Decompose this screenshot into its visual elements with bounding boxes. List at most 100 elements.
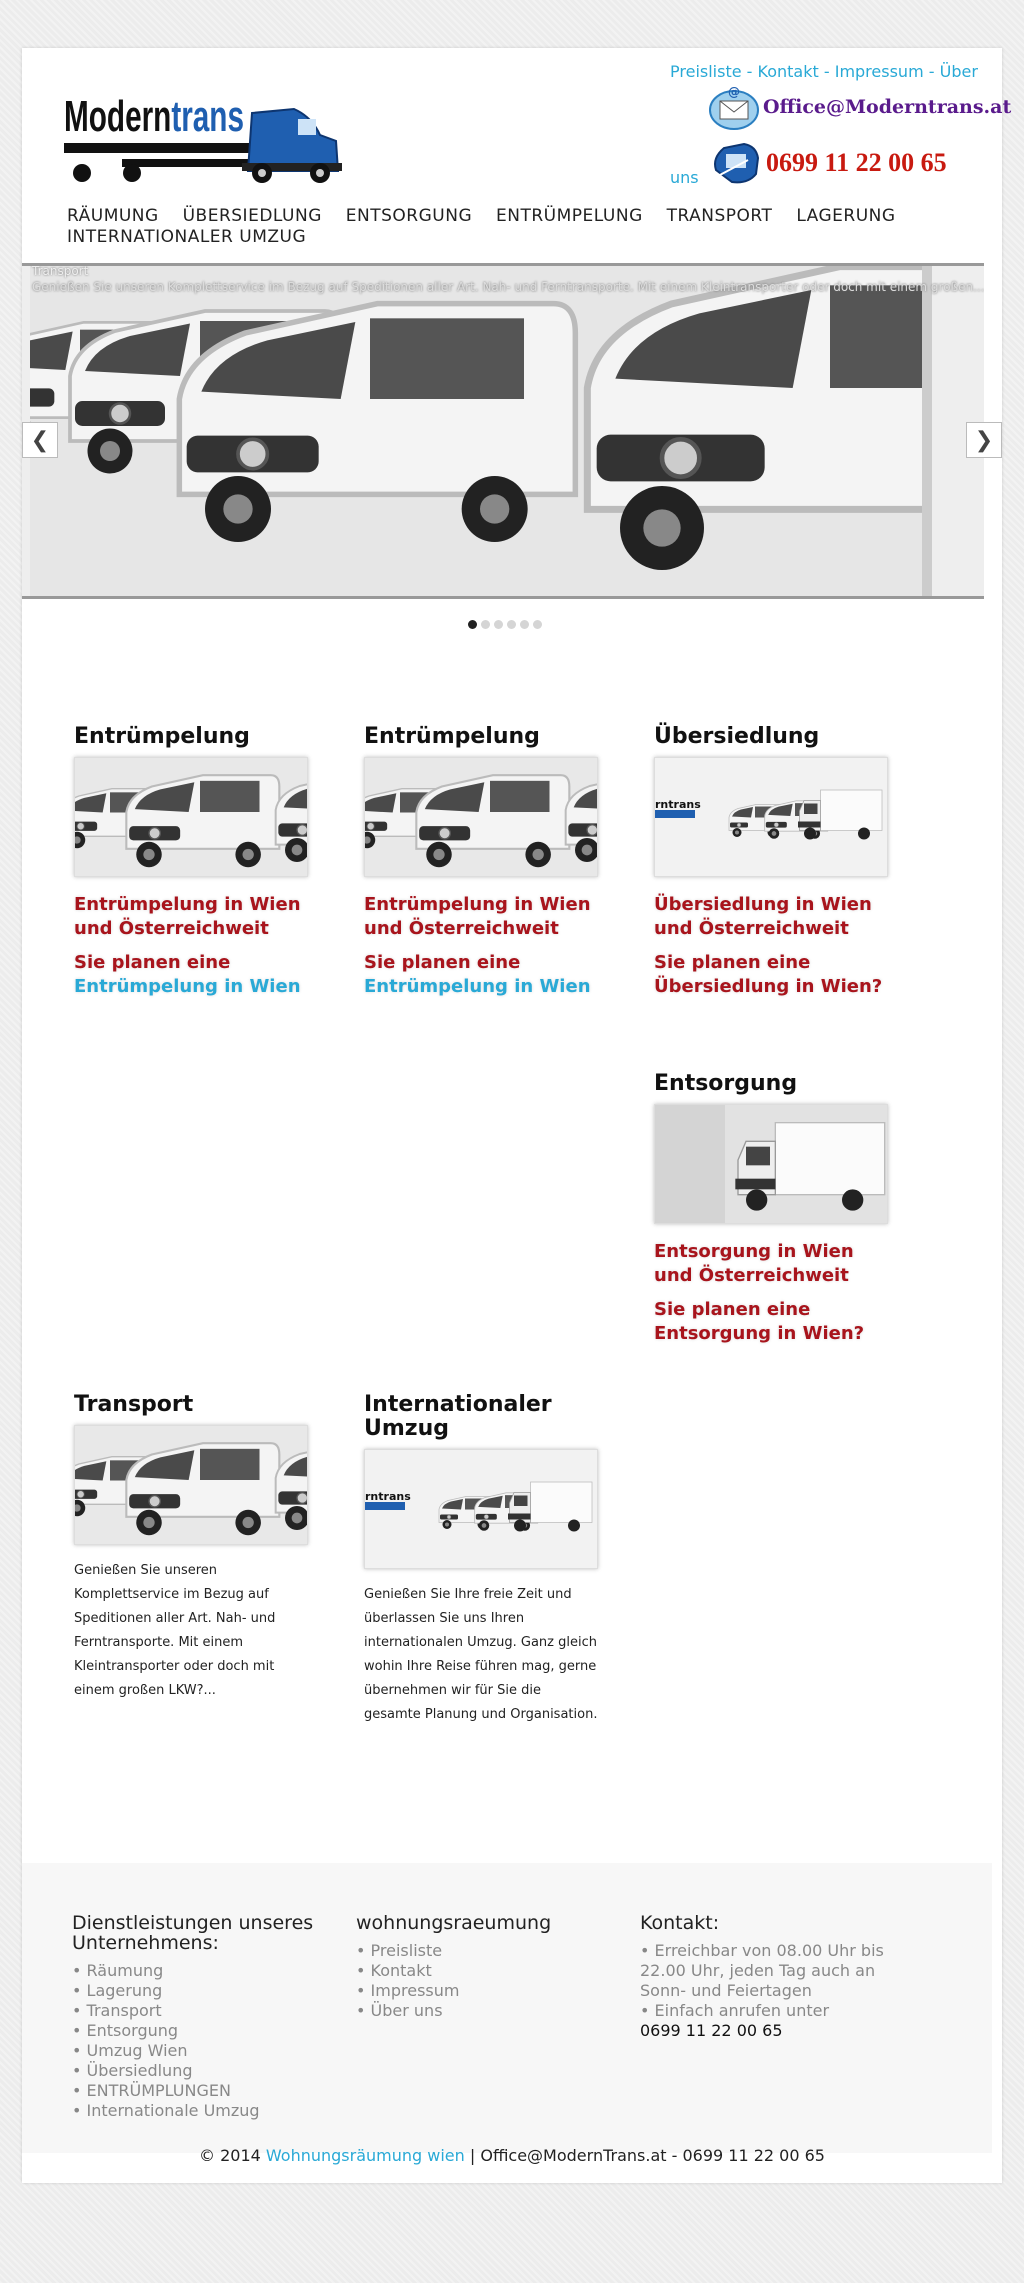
card-description: Genießen Sie Ihre freie Zeit und überlas… (364, 1587, 598, 1722)
footer-link-ueber-uns[interactable]: Über uns (356, 2001, 616, 2021)
card-heading[interactable]: Übersiedlung in Wien und Österreichweit (654, 893, 894, 941)
footer-contact-call: Einfach anrufen unter (640, 2001, 890, 2021)
footer-link-internationale-umzug[interactable]: Internationale Umzug (72, 2101, 332, 2121)
service-card-internationaler-umzug: Internationaler Umzug rntrans Genießen S… (364, 1393, 604, 1727)
card-title[interactable]: Entrümpelung (74, 725, 314, 749)
svg-text:@: @ (728, 86, 740, 99)
card-title[interactable]: Transport (74, 1393, 314, 1417)
email-icon: @ (709, 86, 759, 130)
card-title[interactable]: Entrümpelung (364, 725, 604, 749)
toplink-preisliste[interactable]: Preisliste (670, 62, 742, 81)
card-title[interactable]: Entsorgung (654, 1072, 894, 1096)
footer-services-title: Dienstleistungen unseres Unternehmens: (72, 1912, 314, 1954)
footer-contact-phone[interactable]: 0699 11 22 00 65 (640, 2021, 890, 2041)
svg-text:rntrans: rntrans (655, 798, 701, 811)
footer-link-entruempelungen[interactable]: ENTRÜMPLUNGEN (72, 2081, 332, 2101)
email-badge[interactable]: @ Office@Moderntrans.at (708, 86, 1011, 132)
slide-image-vans (30, 266, 932, 596)
link-separator: - (741, 62, 758, 81)
slider-dot[interactable] (494, 620, 503, 629)
image-slider[interactable]: Transport Genießen Sie unseren Kompletts… (22, 263, 984, 599)
service-card-entsorgung: Entsorgung Entsorgung in Wien und Österr… (654, 1072, 894, 1346)
nav-item-internationaler-umzug[interactable]: INTERNATIONALER UMZUG (67, 227, 306, 247)
nav-item-uebersiedlung[interactable]: ÜBERSIEDLUNG (183, 206, 322, 226)
card-subheading-link[interactable]: Entrümpelung in Wien (74, 976, 301, 997)
footer-link-umzug-wien[interactable]: Umzug Wien (72, 2041, 332, 2061)
footer-link-uebersiedlung[interactable]: Übersiedlung (72, 2061, 332, 2081)
card-subheading-text: Sie planen eine (74, 952, 231, 973)
card-image-vans[interactable] (74, 757, 308, 877)
card-subheading[interactable]: Sie planen eine Entrümpelung in Wien (364, 951, 604, 999)
toplink-impressum[interactable]: Impressum (835, 62, 924, 81)
footer-contact-column: Kontakt: Erreichbar von 08.00 Uhr bis 22… (640, 1913, 890, 2041)
slider-dot[interactable] (533, 620, 542, 629)
card-subheading[interactable]: Sie planen eine Übersiedlung in Wien? (654, 951, 894, 999)
footer-contact-hours: Erreichbar von 08.00 Uhr bis 22.00 Uhr, … (640, 1941, 890, 2001)
nav-item-entsorgung[interactable]: ENTSORGUNG (346, 206, 472, 226)
toplink-ueber-uns[interactable]: Über (940, 62, 978, 81)
card-image-vans[interactable] (74, 1425, 308, 1545)
slide-caption-title: Transport (32, 264, 89, 278)
card-image-fleet[interactable]: rntrans (654, 757, 888, 877)
service-card-transport: Transport Genießen Sie unseren Kompletts… (74, 1393, 314, 1703)
footer-link-raeumung[interactable]: Räumung (72, 1961, 332, 1981)
service-card-entruempelung: Entrümpelung Entrümpelung in Wien und Ös… (364, 725, 604, 999)
card-heading[interactable]: Entrümpelung in Wien und Österreichweit (364, 893, 604, 941)
footer-link-impressum[interactable]: Impressum (356, 1981, 616, 2001)
nav-item-entruempelung[interactable]: ENTRÜMPELUNG (496, 206, 643, 226)
footer-link-entsorgung[interactable]: Entsorgung (72, 2021, 332, 2041)
card-image-fleet[interactable]: rntrans (364, 1449, 598, 1569)
main-navigation: RÄUMUNG ÜBERSIEDLUNG ENTSORGUNG ENTRÜMPE… (67, 206, 967, 248)
phone-badge-text: 0699 11 22 00 65 (766, 148, 947, 177)
card-title[interactable]: Übersiedlung (654, 725, 894, 749)
footer: Dienstleistungen unseres Unternehmens: R… (22, 1863, 992, 2153)
nav-item-lagerung[interactable]: LAGERUNG (796, 206, 895, 226)
toplink-kontakt[interactable]: Kontakt (758, 62, 819, 81)
footer-contact-title: Kontakt: (640, 1912, 720, 1934)
footer-info-title: wohnungsraeumung (356, 1912, 552, 1934)
slider-prev-button[interactable]: ❮ (22, 422, 58, 458)
slider-dot[interactable] (507, 620, 516, 629)
card-image-truck[interactable] (654, 1104, 888, 1224)
card-heading[interactable]: Entrümpelung in Wien und Österreichweit (74, 893, 314, 941)
footer-link-kontakt[interactable]: Kontakt (356, 1961, 616, 1981)
card-description: Genießen Sie unseren Komplettservice im … (74, 1563, 276, 1698)
toplink-ueber-uns-wrap[interactable]: uns (670, 168, 699, 187)
footer-link-lagerung[interactable]: Lagerung (72, 1981, 332, 2001)
chevron-left-icon: ❮ (30, 427, 50, 453)
svg-text:rntrans: rntrans (365, 1490, 411, 1503)
slider-dot[interactable] (520, 620, 529, 629)
moderntrans-logo[interactable]: Moderntrans (62, 83, 362, 183)
slide-caption-text: Genießen Sie unseren Komplettservice im … (32, 280, 984, 294)
footer-link-preisliste[interactable]: Preisliste (356, 1941, 616, 1961)
chevron-right-icon: ❯ (974, 427, 994, 453)
copyright-prefix: © 2014 (199, 2146, 266, 2165)
card-image-vans[interactable] (364, 757, 598, 877)
link-separator: - (818, 62, 835, 81)
copyright-link[interactable]: Wohnungsräumung wien (266, 2146, 465, 2165)
card-subheading[interactable]: Sie planen eine Entsorgung in Wien? (654, 1298, 894, 1346)
footer-info-column: wohnungsraeumung Preisliste Kontakt Impr… (356, 1913, 616, 2021)
slider-dot[interactable] (481, 620, 490, 629)
service-card-uebersiedlung: Übersiedlung rntrans Übersiedlung in Wie… (654, 725, 894, 999)
card-subheading-text: Sie planen eine (364, 952, 521, 973)
card-subheading[interactable]: Sie planen eine Entrümpelung in Wien (74, 951, 314, 999)
copyright-suffix: | Office@ModernTrans.at - 0699 11 22 00 … (464, 2146, 825, 2165)
phone-icon (714, 142, 760, 184)
page-container: Moderntrans Preisliste - Kontakt - Impre… (22, 48, 1011, 2183)
phone-badge[interactable]: 0699 11 22 00 65 (708, 138, 998, 188)
slider-dot[interactable] (468, 620, 477, 629)
slider-next-button[interactable]: ❯ (966, 422, 1002, 458)
nav-item-raeumung[interactable]: RÄUMUNG (67, 206, 159, 226)
card-subheading-link[interactable]: Entrümpelung in Wien (364, 976, 591, 997)
card-title[interactable]: Internationaler Umzug (364, 1393, 604, 1441)
footer-services-column: Dienstleistungen unseres Unternehmens: R… (72, 1913, 332, 2121)
slider-pagination (468, 620, 542, 629)
top-links: Preisliste - Kontakt - Impressum - Über … (670, 56, 1011, 206)
footer-link-transport[interactable]: Transport (72, 2001, 332, 2021)
copyright-bar: © 2014 Wohnungsräumung wien | Office@Mod… (22, 2146, 1002, 2165)
email-badge-text: Office@Moderntrans.at (763, 96, 1012, 118)
card-heading[interactable]: Entsorgung in Wien und Österreichweit (654, 1240, 894, 1288)
nav-item-transport[interactable]: TRANSPORT (667, 206, 773, 226)
link-separator: - (923, 62, 940, 81)
